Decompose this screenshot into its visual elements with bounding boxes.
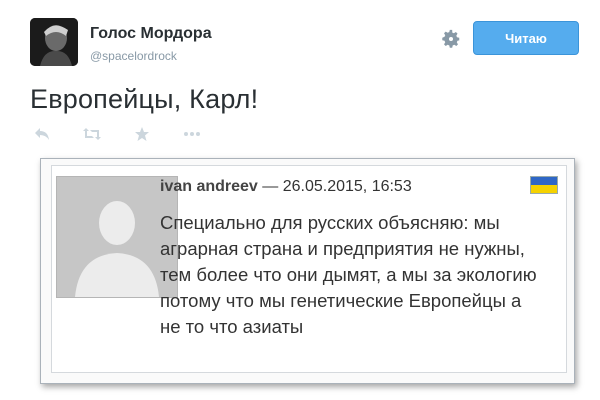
comment-author-name: ivan andreev [160,178,258,195]
tweet-text: Европейцы, Карл! [30,84,259,114]
comment-body: ivan andreev — 26.05.2015, 16:53 Специал… [51,165,567,373]
reply-icon[interactable] [30,122,54,146]
gear-icon[interactable] [440,28,462,50]
more-icon[interactable] [180,122,204,146]
retweet-icon[interactable] [80,122,104,146]
favorite-icon[interactable] [130,122,154,146]
comment-date: — 26.05.2015, 16:53 [257,178,412,195]
author-avatar[interactable] [30,18,78,66]
follow-button[interactable]: Читаю [473,21,579,55]
comment-text: Специально для русских объясняю: мы агра… [160,212,537,337]
comment-author-line: ivan andreev — 26.05.2015, 16:53 [160,178,412,196]
tweet-actions [30,122,230,146]
ukraine-flag-icon [530,176,558,194]
author-name[interactable]: Голос Мордора [90,25,212,43]
author-handle[interactable]: @spacelordrock [90,49,177,63]
tweet-header: Голос Мордора @spacelordrock Читаю [30,18,580,68]
quoted-comment: ivan andreev — 26.05.2015, 16:53 Специал… [40,158,575,384]
